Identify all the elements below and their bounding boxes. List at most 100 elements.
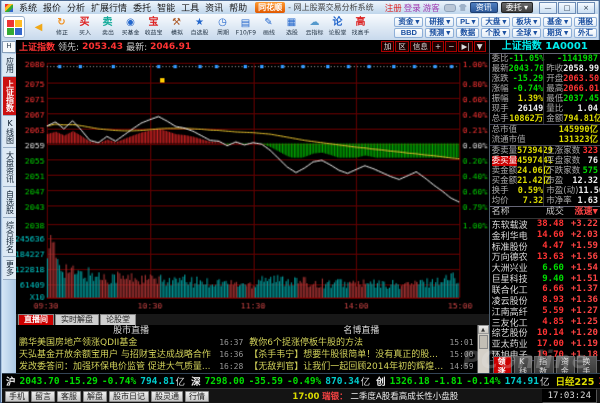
chart-button[interactable]: ▶| bbox=[458, 41, 472, 52]
news-item[interactable]: 发改委答问：加强环保电价监管 促进大气质量...16:28 bbox=[19, 361, 243, 373]
news-tab[interactable]: 论股堂 bbox=[100, 314, 136, 325]
news-item[interactable]: 天弘基金开放余额宝用户 与招财宝达成战略合作16:36 bbox=[19, 349, 243, 361]
toolbar-stack: 港股外汇 bbox=[574, 17, 597, 38]
quote-value: -11.05% bbox=[509, 54, 545, 64]
scroll-thumb[interactable] bbox=[479, 335, 488, 349]
toolbar-screener[interactable]: ▦选股 bbox=[280, 15, 303, 39]
scroll-up-icon[interactable]: ▲ bbox=[478, 325, 489, 334]
menu-item[interactable]: 报价 bbox=[40, 1, 64, 14]
toolbar-stack-button[interactable]: 板块 ▾ bbox=[512, 17, 541, 27]
minimize-icon[interactable]: — bbox=[539, 2, 557, 14]
menu-item[interactable]: 资讯 bbox=[202, 1, 226, 14]
toolbar-stack-button[interactable]: 数据 bbox=[456, 28, 479, 38]
menu-item[interactable]: 分析 bbox=[64, 1, 88, 14]
news-marquee[interactable]: 17:00 瑞银： 二季度A股看高成长性小盘股 bbox=[211, 390, 540, 402]
toolbar-cloud[interactable]: ☁云指标 bbox=[303, 15, 326, 39]
menu-item[interactable]: 帮助 bbox=[226, 1, 250, 14]
menu-item[interactable]: 扩展行情 bbox=[88, 1, 130, 14]
toolbar-stack-button[interactable]: PL ▾ bbox=[456, 17, 479, 27]
toolbar-expert[interactable]: 高找高手 bbox=[349, 15, 372, 39]
titlebar: 系统报价分析扩展行情委托智能工具资讯帮助 同花顺 - 网上股票交易分析系统 注册… bbox=[2, 1, 598, 14]
toolbar-stack-button[interactable]: 大盘 ▾ bbox=[481, 17, 510, 27]
index-quote[interactable]: 日经22515071.86+125.56+0.84% bbox=[555, 374, 600, 388]
status-button[interactable]: 留言 bbox=[31, 391, 55, 402]
toolbar-stack-button[interactable]: 研报 ▾ bbox=[425, 17, 454, 27]
toolbar-stack-button[interactable]: 期货 ▾ bbox=[543, 28, 572, 38]
toolbar-stack-button[interactable]: 个股 ▾ bbox=[481, 28, 510, 38]
chat-icon[interactable] bbox=[444, 4, 456, 12]
news-item[interactable]: 【杀手韦宁】想要牛股很简单！没有真正的股...15:00 bbox=[249, 349, 473, 361]
last-value: 2046.91 bbox=[150, 42, 191, 52]
quote-row: 委比-11.05%-1141987 bbox=[490, 54, 600, 64]
column-header-speed-sort[interactable]: 涨速▼ bbox=[564, 207, 598, 218]
chart-button[interactable]: − bbox=[445, 41, 457, 52]
titlebar-link[interactable]: 登录 bbox=[404, 2, 421, 14]
menu-item[interactable]: 智能 bbox=[154, 1, 178, 14]
index-quote[interactable]: 深7298.00-35.59-0.49%870.34亿 bbox=[191, 374, 370, 388]
sidebar-tab[interactable]: 更多 bbox=[3, 257, 16, 280]
toolbar-treasure[interactable]: 宝收益宝 bbox=[142, 15, 165, 39]
news-tab[interactable]: 直播间 bbox=[18, 314, 54, 325]
toolbar-f10[interactable]: ▤F10/F9 bbox=[234, 15, 257, 39]
toolbar-fund[interactable]: ◉买基金 bbox=[119, 15, 142, 39]
toolbar-stack-button[interactable]: 港股 bbox=[574, 17, 597, 27]
toolbar-sell[interactable]: 卖卖出 bbox=[96, 15, 119, 39]
sidebar-pin-button[interactable]: H bbox=[2, 41, 16, 53]
status-button[interactable]: 手机 bbox=[5, 391, 29, 402]
index-quote[interactable]: 创1326.18-1.81-0.14%174.91亿 bbox=[376, 374, 549, 388]
sidebar-tab[interactable]: 自选股 bbox=[3, 187, 16, 218]
sidebar-tab[interactable]: 大盘资讯 bbox=[3, 148, 16, 187]
skin-icon[interactable] bbox=[459, 4, 467, 11]
news-item[interactable]: 【无敌判官】让我们一起回顾2014年初的辉煌战...14:59 bbox=[249, 361, 473, 373]
index-value: 1326.18 bbox=[390, 376, 430, 387]
toolbar-draw[interactable]: ✎画线 bbox=[257, 15, 280, 39]
toolbar-stack-button[interactable]: 基金 ▾ bbox=[543, 17, 572, 27]
toolbar-stack-button[interactable]: 资金 ▾ bbox=[394, 17, 423, 27]
quote-row: 卖金额24.06亿下跌家数575 bbox=[490, 166, 600, 176]
maximize-icon[interactable]: □ bbox=[558, 2, 576, 14]
toolbar-back[interactable]: ◀ bbox=[27, 15, 50, 39]
toolbar-stack-button[interactable]: BBD bbox=[394, 28, 423, 38]
news-tab[interactable]: 实时解盘 bbox=[55, 314, 99, 325]
chart-button[interactable]: 信息 bbox=[410, 41, 431, 52]
trade-button[interactable]: 委托 ▾ bbox=[501, 2, 533, 13]
toolbar-stack-button[interactable]: 全球 ▾ bbox=[512, 28, 541, 38]
sidebar-tab[interactable]: K线图 bbox=[3, 116, 16, 148]
toolbar-forum[interactable]: 论论股堂 bbox=[326, 15, 349, 39]
toolbar-period[interactable]: ◷周期 bbox=[211, 15, 234, 39]
toolbar-simulate[interactable]: ⚒模拟 bbox=[165, 15, 188, 39]
home-grid-icon[interactable] bbox=[3, 16, 25, 38]
toolbar-buy[interactable]: 买买入 bbox=[73, 15, 96, 39]
news-item[interactable]: 教你6个捉涨停板牛股的方法15:01 bbox=[249, 337, 473, 349]
status-button[interactable]: 客服 bbox=[57, 391, 81, 402]
news-button[interactable]: 资讯 bbox=[470, 2, 498, 13]
column-header-name[interactable]: 名称 bbox=[492, 207, 534, 218]
news-item[interactable]: 鹏华美国房地产领涨QDII基金16:37 bbox=[19, 337, 243, 349]
status-button[interactable]: 股灵通 bbox=[151, 391, 183, 402]
menu-item[interactable]: 工具 bbox=[178, 1, 202, 14]
status-button[interactable]: 解盘 bbox=[83, 391, 107, 402]
titlebar-link[interactable]: 注册 bbox=[385, 2, 402, 14]
toolbar-watchlist[interactable]: ★自选股 bbox=[188, 15, 211, 39]
intraday-chart[interactable] bbox=[16, 54, 489, 314]
chart-button[interactable]: 加 bbox=[381, 41, 395, 52]
column-header-price[interactable]: 成交 bbox=[533, 207, 564, 218]
news-item-text: 【杀手韦宁】想要牛股很简单！没有真正的股... bbox=[249, 349, 446, 361]
menu-item[interactable]: 委托 bbox=[130, 1, 154, 14]
menu-item[interactable]: 系统 bbox=[16, 1, 40, 14]
chart-button[interactable]: ▼ bbox=[474, 41, 486, 52]
chart-button[interactable]: 区 bbox=[395, 41, 409, 52]
status-button[interactable]: 股市日记 bbox=[109, 391, 149, 402]
chart-button[interactable]: + bbox=[432, 41, 444, 52]
close-icon[interactable]: × bbox=[577, 2, 595, 14]
index-quote[interactable]: 沪2043.70-15.29-0.74%794.81亿 bbox=[6, 374, 185, 388]
panel-title: 上证指数 1A0001 bbox=[490, 40, 600, 54]
toolbar-adjust[interactable]: ↻修正 bbox=[50, 15, 73, 39]
sidebar-tab[interactable]: 应用 bbox=[3, 54, 16, 77]
sidebar-tab[interactable]: 综合排名 bbox=[3, 218, 16, 257]
titlebar-link[interactable]: 游客 bbox=[423, 2, 440, 14]
status-button[interactable]: 行情 bbox=[185, 391, 209, 402]
toolbar-stack-button[interactable]: 预测 ▾ bbox=[425, 28, 454, 38]
toolbar-stack-button[interactable]: 外汇 bbox=[574, 28, 597, 38]
sidebar-tab[interactable]: 上证指数 bbox=[3, 77, 16, 116]
